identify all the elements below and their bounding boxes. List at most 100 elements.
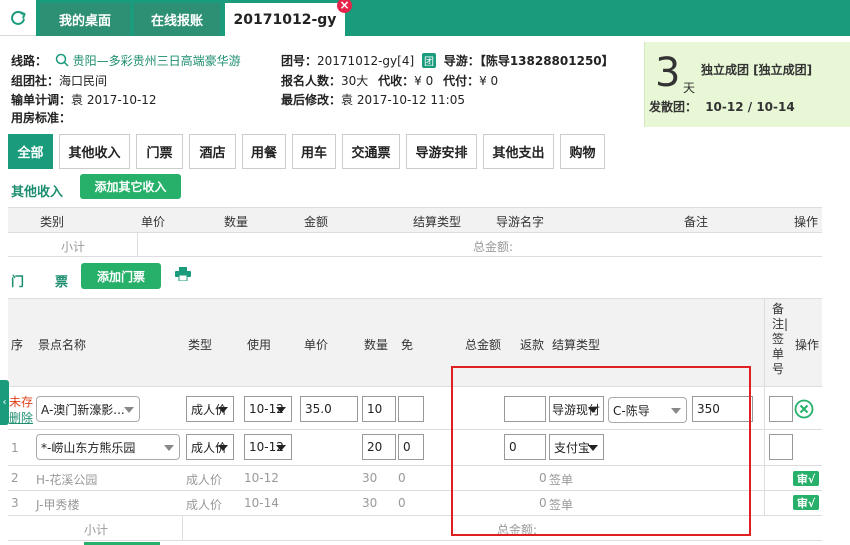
scenic-select[interactable]: *-崂山东方熊乐园 — [36, 434, 180, 460]
divider — [8, 207, 822, 208]
group-number-line: 团号：20171012-gy[4] 团 导游：【陈导13828801250】 — [281, 52, 614, 69]
col-settle-type: 结算类型 — [552, 338, 601, 352]
row-seq: 3 — [11, 496, 19, 510]
ticket-type: 成人价 — [186, 473, 223, 487]
col-quantity: 数量 — [224, 215, 249, 229]
input-value: 35.0 — [305, 402, 332, 416]
tab-hotel[interactable]: 酒店 — [189, 134, 236, 169]
total-amount-label: 总金额: — [473, 240, 514, 254]
guide-value: 【陈导13828801250】 — [479, 54, 614, 68]
quantity-input[interactable]: 20 — [362, 434, 396, 460]
remark-input[interactable] — [769, 434, 793, 460]
tab-tickets[interactable]: 门票 — [136, 134, 183, 169]
tab-vehicle[interactable]: 用车 — [292, 134, 336, 169]
divider — [8, 232, 822, 233]
agency-label: 组团社： — [11, 74, 60, 88]
row-seq: 2 — [11, 471, 19, 485]
add-other-income-button[interactable]: 添加其它收入 — [80, 174, 181, 199]
tab-label: 在线报账 — [150, 14, 203, 29]
tickets-title-2: 票 — [55, 275, 69, 290]
close-icon[interactable]: × — [337, 0, 352, 13]
tab-meals[interactable]: 用餐 — [242, 134, 286, 169]
tab-label: 其他收入 — [68, 146, 121, 161]
refresh-icon[interactable] — [0, 0, 36, 36]
tab-label: 门票 — [146, 146, 173, 161]
agency-value: 海口民间 — [59, 74, 108, 88]
use-date: 10-12 — [244, 471, 279, 485]
scenic-select[interactable]: A-澳门新濠影... — [36, 396, 140, 422]
tickets-title-1: 门 — [11, 275, 25, 290]
use-date-select[interactable]: 10-12 — [244, 434, 292, 460]
tab-desktop[interactable]: 我的桌面 — [40, 3, 130, 36]
type-select[interactable]: 成人价 — [186, 434, 234, 460]
col-seq: 序 — [11, 338, 24, 352]
scenic-name: J-甲秀楼 — [36, 498, 80, 512]
tab-group-20171012-gy[interactable]: 20171012-gy × — [225, 0, 352, 36]
input-value: 20 — [367, 440, 383, 454]
free-input[interactable]: 0 — [398, 434, 424, 460]
col-total-amount: 总金额 — [465, 338, 502, 352]
highlight-box — [451, 366, 751, 536]
divider — [137, 232, 138, 256]
tab-label: 用车 — [300, 146, 327, 161]
row-seq: 1 — [11, 441, 19, 455]
divider — [8, 298, 822, 299]
select-value: 10-12 — [249, 440, 284, 454]
use-date-select[interactable]: 10-12 — [244, 396, 292, 422]
quantity: 30 — [362, 496, 378, 510]
top-tab-bar: 我的桌面 在线报账 20171012-gy × — [0, 0, 850, 36]
tab-online-report[interactable]: 在线报账 — [134, 3, 220, 36]
scenic-name: H-花溪公园 — [36, 473, 98, 487]
tab-other-expense[interactable]: 其他支出 — [483, 134, 554, 169]
collapse-handle-icon[interactable]: ‹ — [0, 380, 9, 425]
tab-guide-arrangement[interactable]: 导游安排 — [406, 134, 477, 169]
divider — [182, 515, 183, 540]
collect-value: ¥ 0 — [414, 74, 434, 88]
col-unit-price: 单价 — [141, 215, 166, 229]
printer-icon[interactable] — [175, 267, 191, 284]
tab-label: 其他支出 — [492, 146, 545, 161]
tab-transport[interactable]: 交通票 — [342, 134, 400, 169]
tab-other-income[interactable]: 其他收入 — [59, 134, 130, 169]
tab-label: 交通票 — [351, 146, 391, 161]
route-label: 线路： — [11, 54, 48, 68]
quantity-input[interactable]: 10 — [362, 396, 396, 422]
group-badge-icon[interactable]: 团 — [421, 53, 436, 68]
free-input[interactable] — [398, 396, 424, 422]
enroll-line: 报名人数：30大 代收：¥ 0 代付：¥ 0 — [281, 72, 498, 89]
planner-line: 输单计调：袁 2017-10-12 — [11, 91, 157, 108]
collect-label: 代收： — [378, 74, 415, 88]
tab-label: 20171012-gy — [233, 11, 337, 28]
col-settle-type: 结算类型 — [413, 215, 462, 229]
audit-badge[interactable]: 审√ — [793, 471, 819, 486]
route-link[interactable]: 贵阳—多彩贵州三日高端豪华游 — [73, 54, 241, 68]
cancel-icon[interactable] — [794, 399, 814, 422]
guide-label: 导游： — [443, 54, 480, 68]
audit-badge[interactable]: 审√ — [793, 495, 819, 510]
add-ticket-button[interactable]: 添加门票 — [81, 263, 161, 289]
tab-shopping[interactable]: 购物 — [560, 134, 605, 169]
other-income-title: 其他收入 — [11, 185, 64, 200]
days-count: 3 — [655, 50, 681, 96]
tab-all[interactable]: 全部 — [8, 134, 53, 169]
modified-line: 最后修改：袁 2017-10-12 11:05 — [281, 91, 465, 108]
modified-value: 袁 2017-10-12 11:05 — [341, 93, 465, 107]
enroll-label: 报名人数： — [281, 74, 342, 88]
group-number-label: 团号： — [281, 54, 318, 68]
search-icon[interactable] — [55, 53, 69, 67]
depart-line: 发散团： 10-12 / 10-14 — [649, 98, 795, 115]
use-date: 10-14 — [244, 496, 279, 510]
tour-summary-box: 3 天 独立成团 [独立成团] 发散团： 10-12 / 10-14 — [644, 42, 850, 127]
col-operation: 操作 — [794, 215, 819, 229]
type-select[interactable]: 成人价 — [186, 396, 234, 422]
delete-link[interactable]: 删除 — [9, 409, 33, 426]
depart-label: 发散团： — [649, 100, 698, 114]
depart-value: 10-12 / 10-14 — [705, 100, 795, 114]
col-remark-sign: 备注|签单号 — [772, 302, 789, 376]
remark-input[interactable] — [769, 396, 793, 422]
unsaved-label: 未存 — [9, 395, 34, 409]
unit-price-input[interactable]: 35.0 — [300, 396, 358, 422]
route-line: 线路： 贵阳—多彩贵州三日高端豪华游 — [11, 52, 241, 69]
divider — [764, 298, 765, 515]
tab-label: 导游安排 — [415, 146, 468, 161]
